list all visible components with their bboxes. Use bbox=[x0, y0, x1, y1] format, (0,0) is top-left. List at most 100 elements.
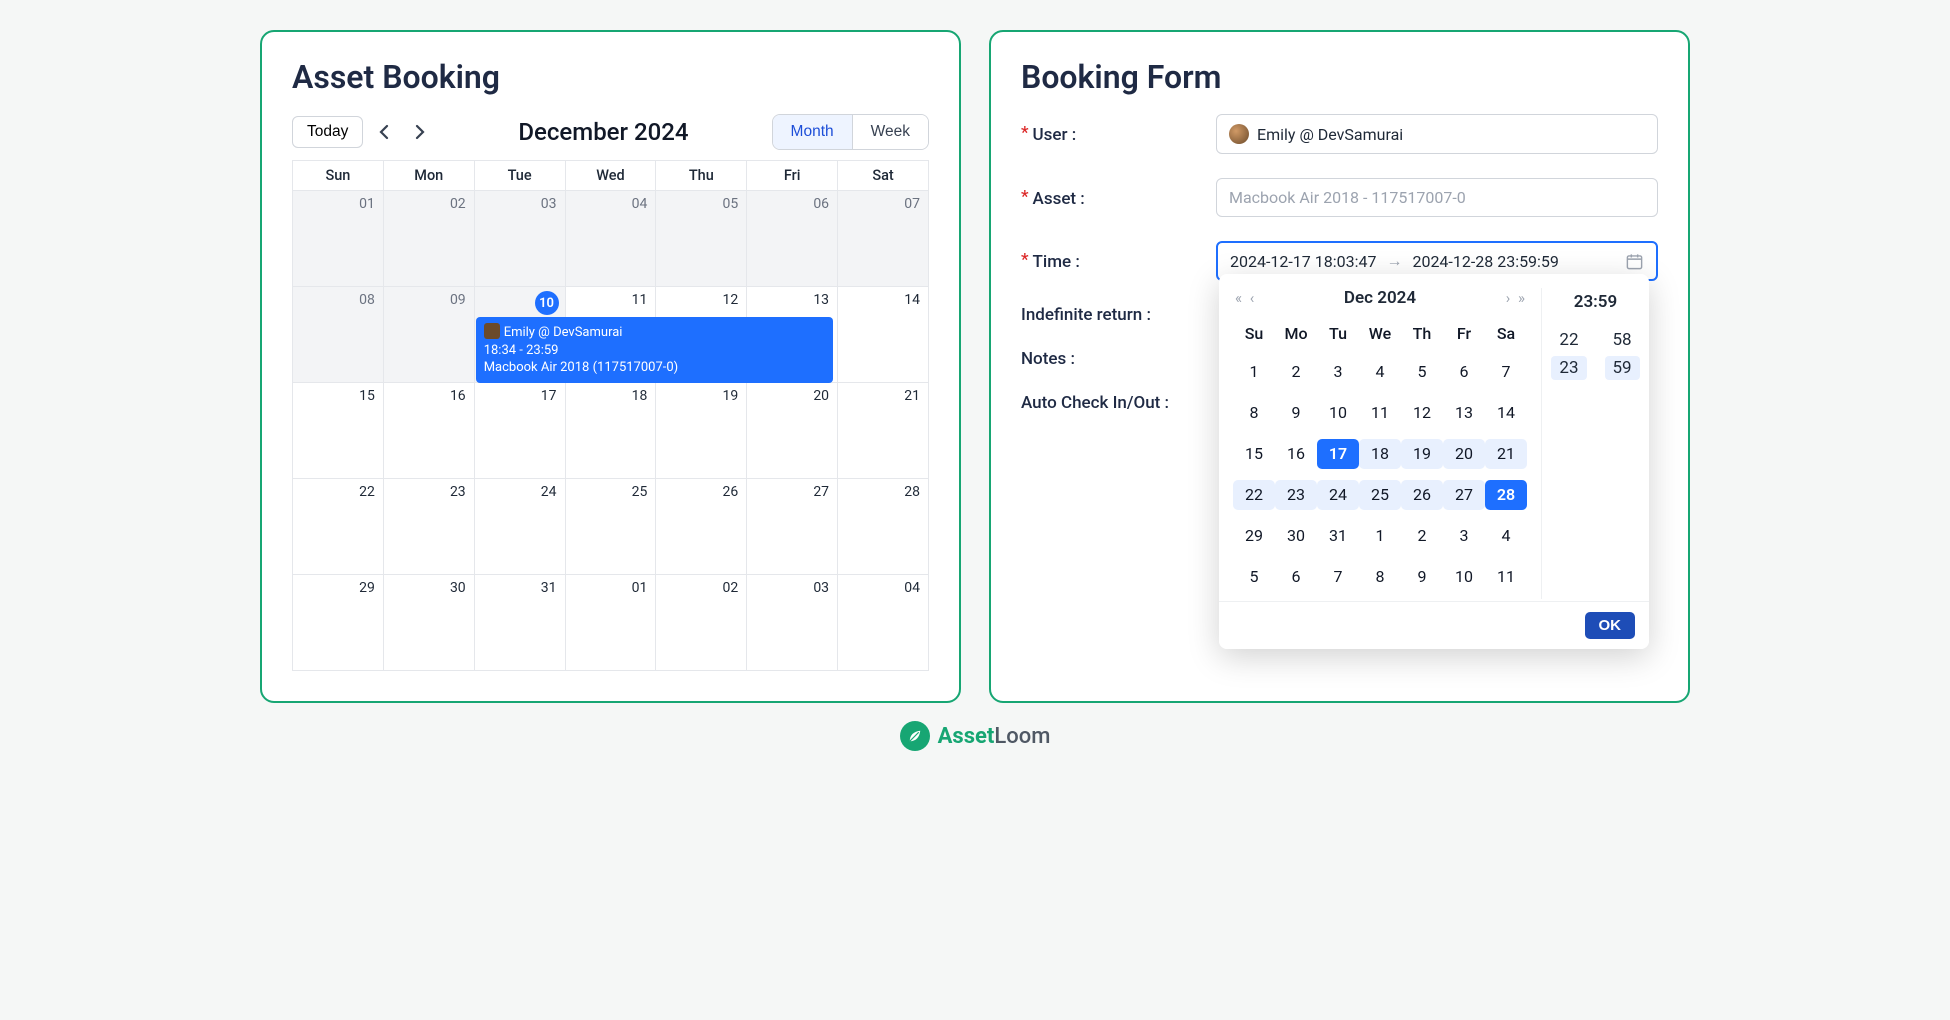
calendar-day[interactable]: 17 bbox=[474, 383, 565, 479]
user-label: *User : bbox=[1021, 123, 1216, 145]
hour-spinner[interactable]: 22 23 bbox=[1551, 330, 1586, 380]
view-week-button[interactable]: Week bbox=[852, 115, 928, 149]
picker-day[interactable]: 12 bbox=[1401, 394, 1443, 431]
calendar-day[interactable]: 27 bbox=[747, 479, 838, 575]
calendar-day[interactable]: 24 bbox=[474, 479, 565, 575]
picker-day[interactable]: 10 bbox=[1443, 558, 1485, 595]
calendar-day[interactable]: 31 bbox=[474, 575, 565, 671]
picker-day[interactable]: 9 bbox=[1275, 394, 1317, 431]
prev-year-icon[interactable]: « bbox=[1233, 289, 1244, 307]
ok-button[interactable]: OK bbox=[1585, 612, 1636, 639]
today-button[interactable]: Today bbox=[292, 116, 363, 148]
calendar-day[interactable]: 02 bbox=[656, 575, 747, 671]
calendar-day[interactable]: 04 bbox=[838, 575, 929, 671]
calendar-day[interactable]: 04 bbox=[565, 191, 656, 287]
calendar-day[interactable]: 29 bbox=[293, 575, 384, 671]
picker-day[interactable]: 3 bbox=[1317, 353, 1359, 390]
picker-day[interactable]: 1 bbox=[1359, 517, 1401, 554]
user-field[interactable]: Emily @ DevSamurai bbox=[1216, 114, 1658, 154]
picker-day[interactable]: 2 bbox=[1401, 517, 1443, 554]
picker-day[interactable]: 11 bbox=[1485, 558, 1527, 595]
picker-day[interactable]: 8 bbox=[1233, 394, 1275, 431]
picker-day[interactable]: 18 bbox=[1359, 435, 1401, 472]
picker-day[interactable]: 7 bbox=[1485, 353, 1527, 390]
calendar-day[interactable]: 07 bbox=[838, 191, 929, 287]
picker-day[interactable]: 2 bbox=[1275, 353, 1317, 390]
picker-day[interactable]: 7 bbox=[1317, 558, 1359, 595]
picker-day[interactable]: 27 bbox=[1443, 476, 1485, 513]
day-number: 05 bbox=[722, 196, 738, 212]
picker-day[interactable]: 16 bbox=[1275, 435, 1317, 472]
picker-day[interactable]: 24 bbox=[1317, 476, 1359, 513]
picker-day[interactable]: 31 bbox=[1317, 517, 1359, 554]
picker-day[interactable]: 15 bbox=[1233, 435, 1275, 472]
calendar-day[interactable]: 02 bbox=[383, 191, 474, 287]
picker-day[interactable]: 14 bbox=[1485, 394, 1527, 431]
picker-day[interactable]: 4 bbox=[1485, 517, 1527, 554]
calendar-day[interactable]: 20 bbox=[747, 383, 838, 479]
picker-day[interactable]: 10 bbox=[1317, 394, 1359, 431]
calendar-day[interactable]: 22 bbox=[293, 479, 384, 575]
picker-day[interactable]: 4 bbox=[1359, 353, 1401, 390]
brand-footer: AssetLoom bbox=[40, 721, 1910, 751]
picker-day[interactable]: 17 bbox=[1317, 435, 1359, 472]
next-month-icon[interactable]: › bbox=[1504, 289, 1513, 307]
calendar-day[interactable]: 05 bbox=[656, 191, 747, 287]
next-year-icon[interactable]: » bbox=[1516, 289, 1527, 307]
picker-month-label[interactable]: Dec 2024 bbox=[1344, 288, 1416, 308]
calendar-day[interactable]: 18 bbox=[565, 383, 656, 479]
calendar-day[interactable]: 23 bbox=[383, 479, 474, 575]
picker-day[interactable]: 26 bbox=[1401, 476, 1443, 513]
asset-field[interactable]: Macbook Air 2018 - 117517007-0 bbox=[1216, 178, 1658, 217]
day-number: 21 bbox=[904, 388, 920, 404]
picker-day[interactable]: 21 bbox=[1485, 435, 1527, 472]
calendar-day[interactable]: 09 bbox=[383, 287, 474, 383]
calendar-day[interactable]: 03 bbox=[474, 191, 565, 287]
day-number: 02 bbox=[450, 196, 466, 212]
picker-day[interactable]: 23 bbox=[1275, 476, 1317, 513]
picker-day[interactable]: 30 bbox=[1275, 517, 1317, 554]
view-segmented-control: Month Week bbox=[772, 114, 929, 150]
picker-day[interactable]: 9 bbox=[1401, 558, 1443, 595]
calendar-day[interactable]: 08 bbox=[293, 287, 384, 383]
picker-day[interactable]: 8 bbox=[1359, 558, 1401, 595]
day-number: 27 bbox=[813, 484, 829, 500]
calendar-day[interactable]: 15 bbox=[293, 383, 384, 479]
day-number: 13 bbox=[813, 292, 829, 308]
calendar-day[interactable]: 14 bbox=[838, 287, 929, 383]
picker-day[interactable]: 19 bbox=[1401, 435, 1443, 472]
picker-day[interactable]: 29 bbox=[1233, 517, 1275, 554]
view-month-button[interactable]: Month bbox=[773, 115, 852, 149]
picker-day[interactable]: 11 bbox=[1359, 394, 1401, 431]
picker-day[interactable]: 25 bbox=[1359, 476, 1401, 513]
picker-day[interactable]: 28 bbox=[1485, 476, 1527, 513]
picker-day[interactable]: 1 bbox=[1233, 353, 1275, 390]
picker-day[interactable]: 5 bbox=[1401, 353, 1443, 390]
calendar-day[interactable]: 26 bbox=[656, 479, 747, 575]
calendar-day[interactable]: 01 bbox=[293, 191, 384, 287]
picker-day[interactable]: 22 bbox=[1233, 476, 1275, 513]
time-label: *Time : bbox=[1021, 250, 1216, 272]
calendar-day[interactable]: 16 bbox=[383, 383, 474, 479]
prev-month-icon[interactable]: ‹ bbox=[1248, 289, 1257, 307]
calendar-day[interactable]: 19 bbox=[656, 383, 747, 479]
calendar-day[interactable]: 03 bbox=[747, 575, 838, 671]
picker-day[interactable]: 6 bbox=[1443, 353, 1485, 390]
picker-day[interactable]: 13 bbox=[1443, 394, 1485, 431]
prev-month-icon[interactable] bbox=[369, 117, 399, 147]
minute-spinner[interactable]: 58 59 bbox=[1605, 330, 1640, 380]
picker-day[interactable]: 6 bbox=[1275, 558, 1317, 595]
calendar-day[interactable]: 10Emily @ DevSamurai18:34 - 23:59Macbook… bbox=[474, 287, 565, 383]
calendar-icon[interactable] bbox=[1625, 252, 1644, 271]
calendar-day[interactable]: 21 bbox=[838, 383, 929, 479]
calendar-day[interactable]: 30 bbox=[383, 575, 474, 671]
calendar-day[interactable]: 06 bbox=[747, 191, 838, 287]
picker-day[interactable]: 5 bbox=[1233, 558, 1275, 595]
calendar-day[interactable]: 28 bbox=[838, 479, 929, 575]
calendar-day[interactable]: 25 bbox=[565, 479, 656, 575]
calendar-day[interactable]: 01 bbox=[565, 575, 656, 671]
picker-day[interactable]: 3 bbox=[1443, 517, 1485, 554]
next-month-icon[interactable] bbox=[405, 117, 435, 147]
booking-event[interactable]: Emily @ DevSamurai18:34 - 23:59Macbook A… bbox=[476, 317, 833, 383]
picker-day[interactable]: 20 bbox=[1443, 435, 1485, 472]
